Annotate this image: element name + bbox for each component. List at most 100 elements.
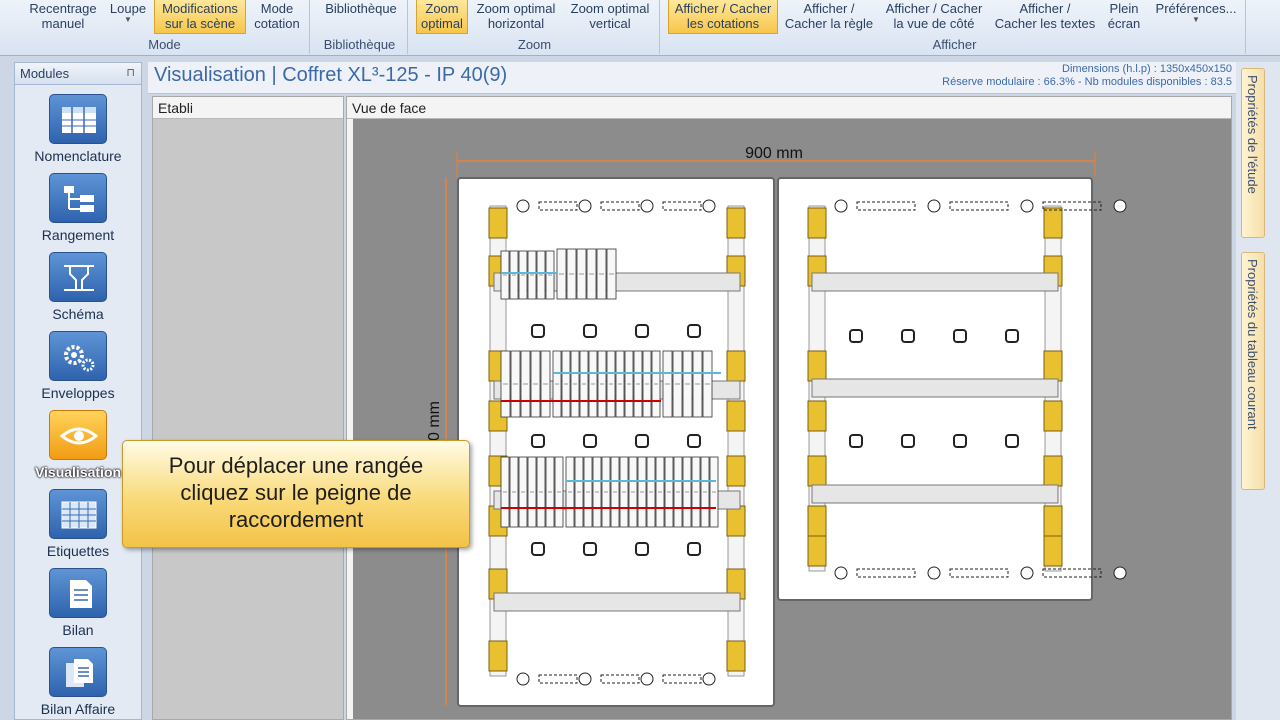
afficher-cotations-button[interactable]: Afficher / Cacher les cotations: [668, 0, 778, 34]
ribbon-group-bibliotheque: Bibliothèque Bibliothèque: [312, 0, 408, 54]
modifications-label: Modifications: [162, 1, 238, 16]
recentrage-manuel-button[interactable]: Recentrage manuel: [24, 0, 102, 34]
afficher-vue-cote-button[interactable]: Afficher / Cacher la vue de côté: [880, 0, 988, 34]
screw: [516, 199, 530, 213]
module-label: Schéma: [52, 306, 104, 322]
tab-label-etude: Propriétés de l'étude: [1245, 75, 1260, 194]
zoom-optimal-sublabel: optimal: [421, 16, 463, 31]
screw: [1020, 199, 1034, 213]
screw: [640, 672, 654, 686]
table-icon: [49, 489, 107, 539]
afficher-textes-sublabel: Cacher les textes: [994, 16, 1096, 31]
dimensions-text: Dimensions (h.l.p) : 1350x450x150: [1062, 63, 1232, 75]
din-rail: [493, 592, 741, 612]
group-label-mode: Mode: [148, 37, 181, 52]
mounting-bracket: [1043, 350, 1063, 382]
afficher-cotations-label: Afficher / Cacher: [674, 1, 772, 16]
mounting-bracket: [726, 350, 746, 382]
plein-ecran-button[interactable]: Plein écran: [1102, 0, 1146, 34]
module-schema[interactable]: Schéma: [15, 252, 141, 322]
mode-cotation-sublabel: cotation: [254, 16, 300, 31]
ribbon-group-zoom: Zoom optimal Zoom optimal horizontal Zoo…: [410, 0, 660, 54]
preferences-button[interactable]: Préférences... ▼: [1150, 0, 1242, 34]
schema-icon: [49, 252, 107, 302]
mounting-bracket: [1043, 400, 1063, 432]
module-enveloppes[interactable]: Enveloppes: [15, 331, 141, 401]
reserve-text: Réserve modulaire : 66.3% - Nb modules d…: [942, 76, 1232, 88]
width-dimension-label: 900 mm: [745, 145, 803, 162]
chevron-down-icon: ▼: [1192, 15, 1200, 24]
eye-icon: [49, 410, 107, 460]
modules-panel: Modules ⊓ Nomenclature Rangement Schéma …: [14, 62, 142, 720]
mounting-bracket: [807, 400, 827, 432]
screw: [1113, 566, 1127, 580]
mounting-bracket: [1043, 455, 1063, 487]
mounting-bracket: [807, 535, 827, 567]
loupe-button[interactable]: Loupe ▼: [106, 0, 150, 34]
vue-de-face-panel[interactable]: Vue de face 900 mm 0 mm: [346, 96, 1232, 720]
rangement-icon: [49, 173, 107, 223]
recentrage-sublabel: manuel: [41, 16, 85, 31]
zoom-optimal-label: Zoom: [425, 1, 459, 16]
din-rail: [811, 378, 1059, 398]
dimensions-info: Dimensions (h.l.p) : 1350x450x150 Réserv…: [942, 63, 1232, 89]
mode-cotation-button[interactable]: Mode cotation: [248, 0, 306, 34]
view-title-bar: Visualisation | Coffret XL³-125 - IP 40(…: [148, 62, 1238, 94]
module-rangement[interactable]: Rangement: [15, 173, 141, 243]
afficher-regle-button[interactable]: Afficher / Cacher la règle: [780, 0, 878, 34]
zoom-vertical-label: Zoom optimal: [570, 1, 650, 16]
zoom-horizontal-button[interactable]: Zoom optimal horizontal: [470, 0, 562, 34]
screw: [578, 672, 592, 686]
mounting-bracket: [726, 400, 746, 432]
modules-header: Modules ⊓: [15, 63, 141, 85]
module-bilan[interactable]: Bilan: [15, 568, 141, 638]
ribbon-group-mode: Recentrage manuel Loupe ▼ Modifications …: [20, 0, 310, 54]
bibliotheque-label: Bibliothèque: [325, 1, 397, 16]
afficher-textes-button[interactable]: Afficher / Cacher les textes: [990, 0, 1100, 34]
documents-icon: [49, 647, 107, 697]
zoom-horizontal-sublabel: horizontal: [487, 16, 545, 31]
din-rail: [811, 272, 1059, 292]
page-title: Visualisation | Coffret XL³-125 - IP 40(…: [154, 64, 508, 86]
tab-proprietes-tableau[interactable]: Propriétés du tableau courant: [1241, 252, 1265, 490]
afficher-regle-label: Afficher /: [803, 1, 855, 16]
tooltip-line-2: cliquez sur le peigne de: [180, 480, 412, 505]
modifications-scene-button[interactable]: Modifications sur la scène: [154, 0, 246, 34]
zoom-vertical-button[interactable]: Zoom optimal vertical: [564, 0, 656, 34]
pin-icon[interactable]: ⊓: [126, 66, 135, 79]
module-bilan-affaire[interactable]: Bilan Affaire: [15, 647, 141, 717]
zoom-optimal-button[interactable]: Zoom optimal: [416, 0, 468, 34]
bibliotheque-button[interactable]: Bibliothèque: [318, 0, 404, 34]
screw: [702, 199, 716, 213]
modules-title: Modules: [20, 66, 70, 81]
screw: [927, 566, 941, 580]
zoom-horizontal-label: Zoom optimal: [476, 1, 556, 16]
ribbon: Recentrage manuel Loupe ▼ Modifications …: [0, 0, 1280, 56]
mounting-bracket: [1043, 207, 1063, 239]
screw: [702, 672, 716, 686]
afficher-vue-cote-label: Afficher / Cacher: [885, 1, 983, 16]
module-label: Nomenclature: [34, 148, 122, 164]
gears-icon: [49, 331, 107, 381]
chevron-down-icon: ▼: [124, 15, 132, 24]
tooltip-line-3: raccordement: [228, 507, 364, 532]
document-icon: [49, 568, 107, 618]
etabli-header: Etabli: [153, 97, 343, 119]
mounting-bracket: [726, 505, 746, 537]
mounting-bracket: [807, 455, 827, 487]
mounting-bracket: [1043, 505, 1063, 537]
tooltip-line-1: Pour déplacer une rangée: [168, 453, 424, 478]
etabli-panel[interactable]: Etabli: [152, 96, 344, 720]
screw: [640, 199, 654, 213]
mounting-bracket: [726, 207, 746, 239]
module-nomenclature[interactable]: Nomenclature: [15, 94, 141, 164]
tab-proprietes-etude[interactable]: Propriétés de l'étude: [1241, 68, 1265, 238]
enclosure-drawing[interactable]: 900 mm 0 mm: [347, 97, 1231, 719]
loupe-label: Loupe: [109, 1, 147, 16]
mounting-bracket: [488, 207, 508, 239]
afficher-vue-cote-sublabel: la vue de côté: [893, 16, 975, 31]
screw: [834, 199, 848, 213]
afficher-textes-label: Afficher /: [1019, 1, 1071, 16]
ribbon-group-afficher: Afficher / Cacher les cotations Afficher…: [664, 0, 1246, 54]
help-tooltip: Pour déplacer une rangée cliquez sur le …: [122, 440, 470, 548]
